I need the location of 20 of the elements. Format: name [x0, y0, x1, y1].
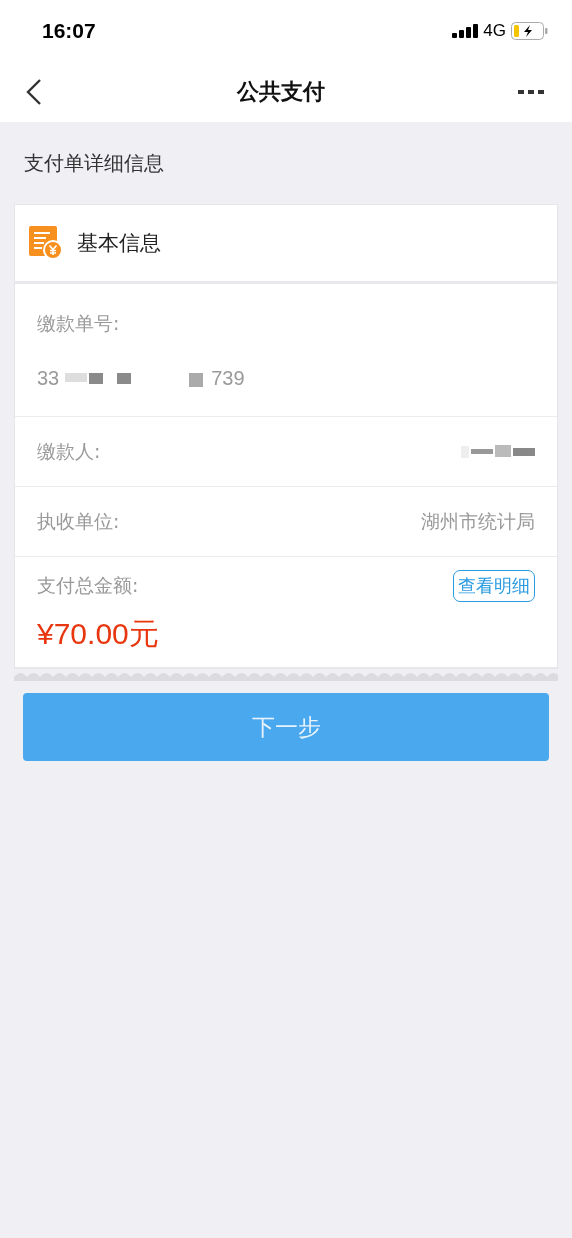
- field-label: 支付总金额:: [37, 572, 139, 598]
- order-number: 739: [211, 366, 245, 390]
- more-button[interactable]: [518, 89, 544, 95]
- clock: 16:07: [42, 19, 96, 43]
- field-value: 湖州市统计局: [421, 508, 535, 534]
- total-amount: ¥70.00元: [37, 615, 160, 652]
- battery-icon: [511, 22, 548, 40]
- details-button[interactable]: 查看明细: [453, 569, 535, 602]
- field-label: 执收单位:: [37, 508, 120, 534]
- bill-icon: [29, 226, 63, 260]
- order-number: 33: [37, 366, 60, 390]
- field-label: 缴款单号:: [37, 310, 121, 336]
- back-button[interactable]: [24, 78, 44, 106]
- page-title: 公共支付: [237, 78, 325, 106]
- section-title: 支付单详细信息: [23, 150, 165, 177]
- network-label: 4G: [483, 21, 506, 41]
- next-button[interactable]: 下一步: [23, 693, 549, 761]
- signal-icon: [452, 24, 479, 38]
- card-title: 基本信息: [77, 230, 161, 257]
- field-label: 缴款人:: [37, 438, 101, 464]
